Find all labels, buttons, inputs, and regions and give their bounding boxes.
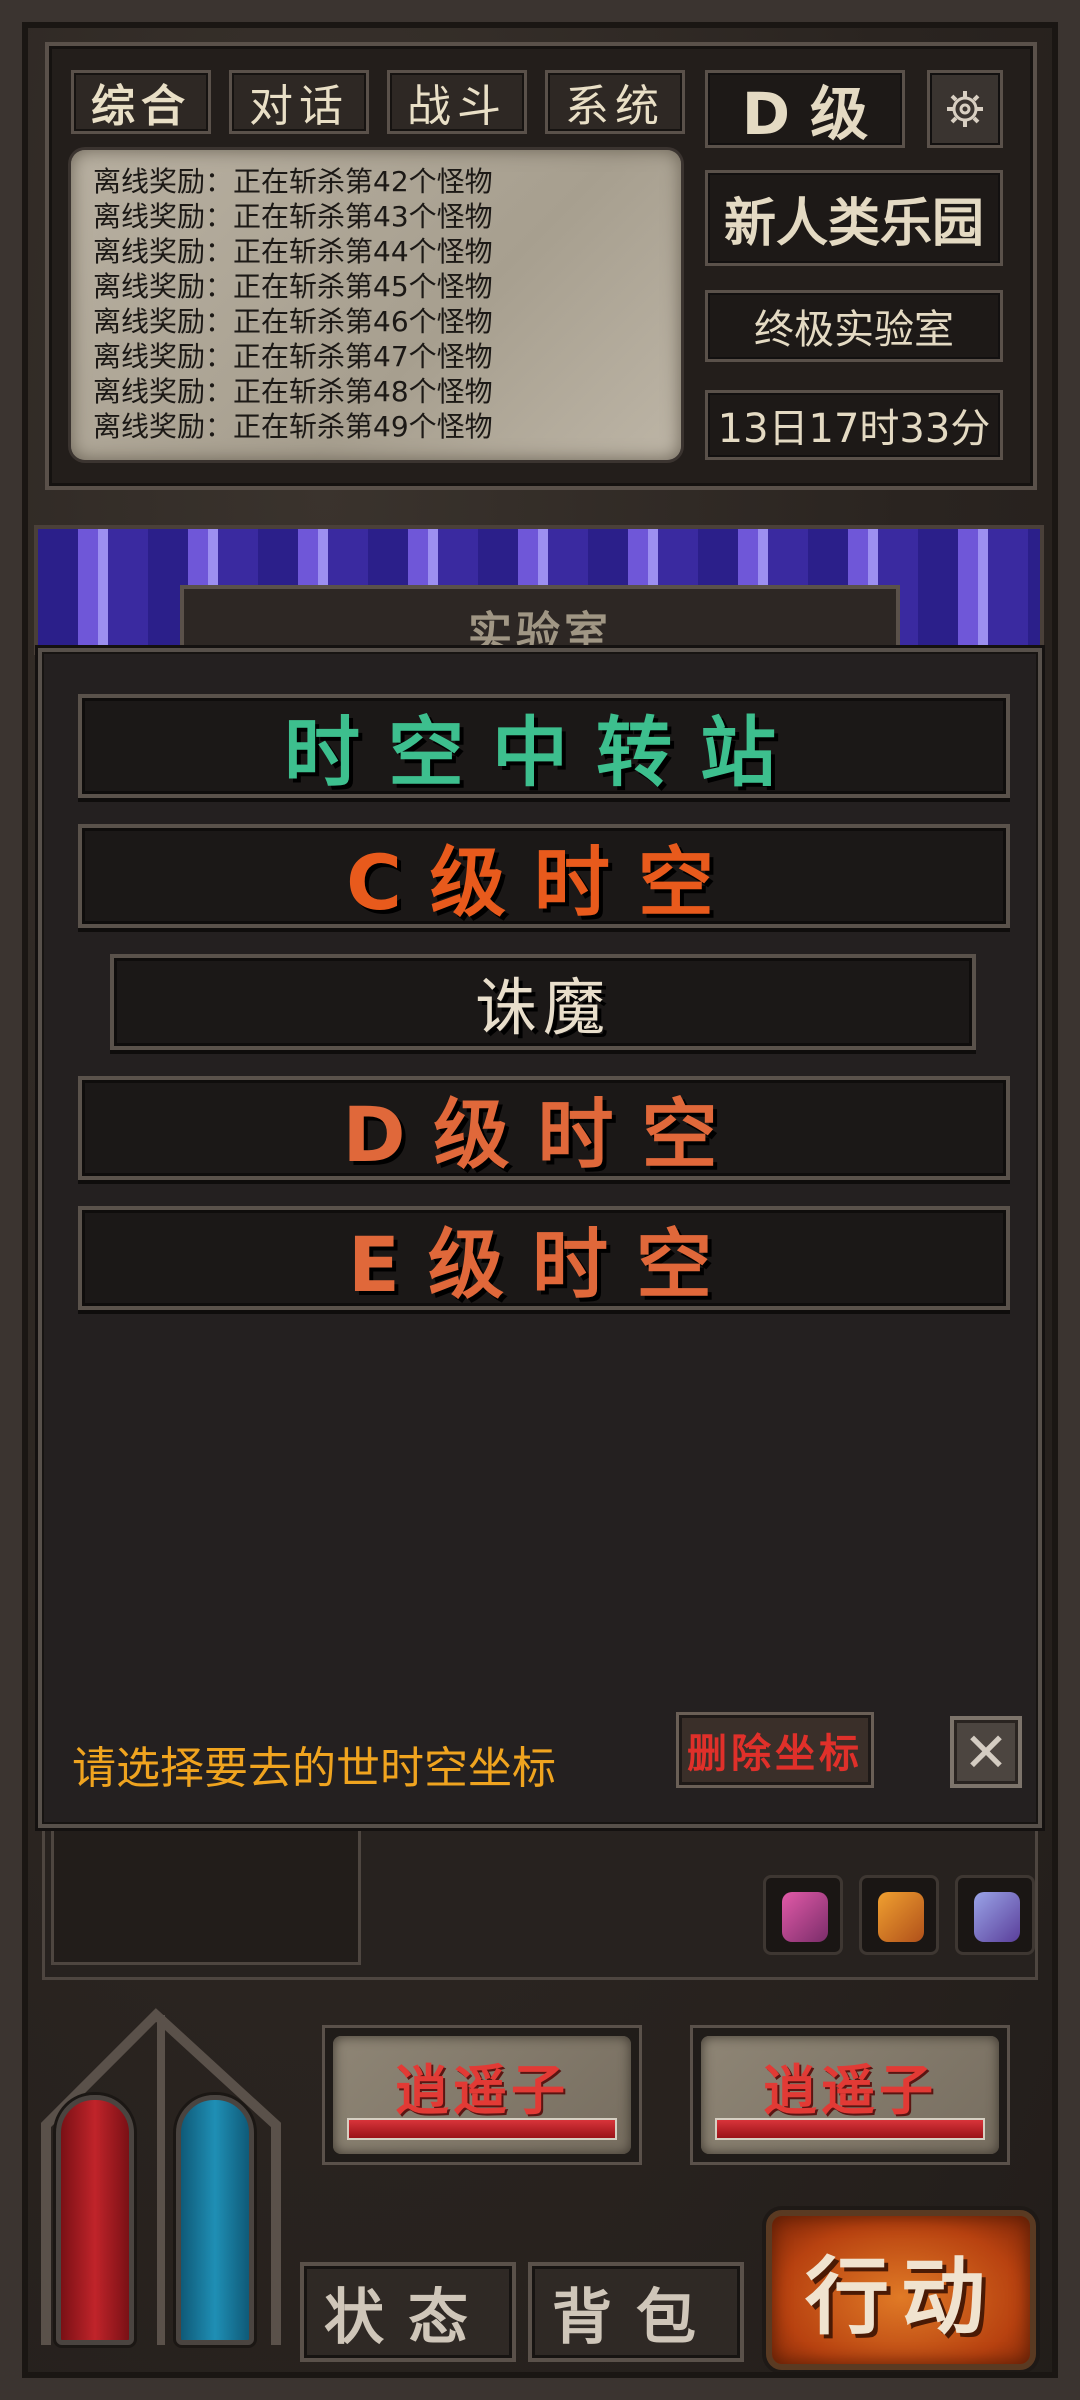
option-label: D级时空: [342, 1090, 746, 1179]
close-button[interactable]: ✕: [950, 1716, 1022, 1788]
tab-general[interactable]: 综合: [71, 70, 211, 134]
option-label: 时空中转站: [284, 708, 804, 797]
top-panel: 综合 对话 战斗 系统 离线奖励：正在斩杀第42个怪物 离线奖励：正在斩杀第43…: [45, 42, 1037, 490]
bag-button[interactable]: 背包: [528, 2262, 744, 2362]
log-line: 离线奖励：正在斩杀第44个怪物: [93, 235, 493, 268]
log-line: 离线奖励：正在斩杀第45个怪物: [93, 270, 493, 303]
option-transit-station[interactable]: 时空中转站: [78, 694, 1010, 798]
player-hp-bar: [715, 2118, 985, 2140]
teleport-dialog: 时空中转站 C级时空 诛魔 D级时空 E级时空 请选择要去的世时空坐标 删除坐标…: [38, 648, 1042, 1828]
inventory-info-panel: [51, 1825, 361, 1965]
vitals-frame: [36, 2005, 286, 2365]
inventory-slot[interactable]: [763, 1875, 843, 1955]
option-label: E级时空: [348, 1220, 740, 1309]
log-line: 离线奖励：正在斩杀第48个怪物: [93, 375, 493, 408]
tab-system[interactable]: 系统: [545, 70, 685, 134]
log-line: 离线奖励：正在斩杀第47个怪物: [93, 340, 493, 373]
shield-icon: [782, 1892, 828, 1942]
option-label: 诛魔: [474, 971, 611, 1044]
gear-icon: [947, 91, 983, 127]
hp-vial: [56, 2095, 134, 2345]
mp-vial: [176, 2095, 254, 2345]
option-d-rank[interactable]: D级时空: [78, 1076, 1010, 1180]
area-name: 新人类乐园: [705, 170, 1003, 266]
tab-battle[interactable]: 战斗: [387, 70, 527, 134]
rank-badge: D 级: [705, 70, 905, 148]
option-e-rank[interactable]: E级时空: [78, 1206, 1010, 1310]
delete-coordinate-button[interactable]: 删除坐标: [676, 1712, 874, 1788]
inventory-area: [42, 1810, 1038, 1980]
crystal-icon: [974, 1892, 1020, 1942]
player-name: 逍遥子: [763, 2059, 937, 2122]
location-name: 终极实验室: [705, 290, 1003, 362]
inventory-slot[interactable]: [955, 1875, 1035, 1955]
tab-chat[interactable]: 对话: [229, 70, 369, 134]
scene-title: 实验室: [180, 585, 900, 655]
player-hp-fill: [349, 2120, 615, 2138]
armor-icon: [878, 1892, 924, 1942]
player-name: 逍遥子: [395, 2059, 569, 2122]
log-line: 离线奖励：正在斩杀第43个怪物: [93, 200, 493, 233]
log-line: 离线奖励：正在斩杀第49个怪物: [93, 410, 493, 443]
player-hp-fill: [717, 2120, 983, 2138]
log-line: 离线奖励：正在斩杀第42个怪物: [93, 165, 493, 198]
close-icon: ✕: [963, 1720, 1009, 1784]
player-hp-bar: [347, 2118, 617, 2140]
action-button[interactable]: 行动: [766, 2210, 1036, 2370]
hint-text: 请选择要去的世时空坐标: [72, 1743, 556, 1794]
player-card-1[interactable]: 逍遥子: [322, 2025, 642, 2165]
option-demon-slay[interactable]: 诛魔: [110, 954, 976, 1050]
message-log[interactable]: 离线奖励：正在斩杀第42个怪物 离线奖励：正在斩杀第43个怪物 离线奖励：正在斩…: [71, 150, 681, 460]
settings-button[interactable]: [927, 70, 1003, 148]
status-button[interactable]: 状态: [300, 2262, 516, 2362]
option-c-rank[interactable]: C级时空: [78, 824, 1010, 928]
log-line: 离线奖励：正在斩杀第46个怪物: [93, 305, 493, 338]
inventory-slot[interactable]: [859, 1875, 939, 1955]
game-time: 13日17时33分: [705, 390, 1003, 460]
player-card-2[interactable]: 逍遥子: [690, 2025, 1010, 2165]
option-label: C级时空: [346, 838, 742, 927]
